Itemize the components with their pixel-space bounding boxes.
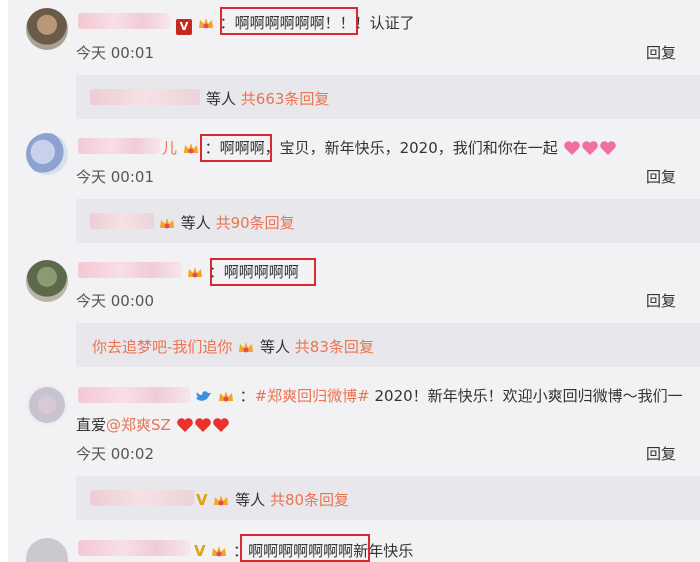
crown-badge-icon (239, 342, 254, 353)
blurred-username[interactable] (90, 490, 194, 506)
avatar[interactable] (26, 133, 68, 175)
blurred-username[interactable] (90, 213, 154, 229)
timestamp: 今天 00:00 (76, 292, 154, 310)
highlight-box (240, 534, 370, 562)
red-heart-icon (212, 418, 229, 432)
comment-feed: V ：啊啊啊啊啊啊！！！认证了 今天 00:01 回复 等人 共663条回复 儿… (8, 0, 700, 562)
crown-badge-icon (212, 546, 227, 557)
v-verified-icon: V (196, 491, 208, 509)
hashtag-link[interactable]: #郑爽回归微博# (255, 387, 370, 405)
crown-badge-icon (183, 143, 198, 154)
sub-replies-summary[interactable]: V 等人 共80条回复 (196, 489, 349, 510)
blurred-username[interactable] (90, 89, 200, 105)
blurred-username[interactable] (78, 13, 170, 29)
highlight-box (200, 134, 272, 162)
avatar[interactable] (26, 538, 68, 562)
reply-button[interactable]: 回复 (646, 290, 676, 311)
pink-heart-icon (563, 141, 580, 155)
comment-line-2: 直爱@郑爽SZ (76, 414, 230, 435)
highlight-box (220, 7, 358, 35)
reply-count-link[interactable]: 共663条回复 (241, 90, 330, 108)
mention-link[interactable]: @郑爽SZ (106, 416, 171, 434)
timestamp: 今天 00:02 (76, 445, 154, 463)
timestamp: 今天 00:01 (76, 168, 154, 186)
reply-button[interactable]: 回复 (646, 166, 676, 187)
crown-badge-icon (214, 495, 229, 506)
reply-count-link[interactable]: 共83条回复 (295, 338, 374, 356)
blue-bird-icon (196, 391, 211, 401)
pink-heart-icon (581, 141, 598, 155)
crown-badge-icon (198, 18, 213, 29)
avatar[interactable] (26, 260, 68, 302)
reply-button[interactable]: 回复 (646, 42, 676, 63)
red-heart-icon (176, 418, 193, 432)
sub-replies-summary[interactable]: 等人 共663条回复 (206, 88, 329, 109)
reply-button[interactable]: 回复 (646, 443, 676, 464)
highlight-box (210, 258, 316, 286)
red-heart-icon (194, 418, 211, 432)
crown-badge-icon (218, 391, 233, 402)
blurred-username[interactable] (78, 387, 190, 403)
crown-badge-icon (188, 267, 202, 278)
reply-count-link[interactable]: 共90条回复 (216, 214, 295, 232)
reply-count-link[interactable]: 共80条回复 (270, 491, 349, 509)
sub-replies-summary[interactable]: 你去追梦吧-我们追你 等人 共83条回复 (92, 336, 374, 357)
blurred-username[interactable] (78, 262, 182, 278)
blurred-username[interactable] (78, 540, 190, 556)
comment-content: 宝贝，新年快乐，2020，我们和你在一起 (279, 139, 558, 157)
crown-badge-icon (160, 218, 174, 229)
sub-reply-username[interactable]: 你去追梦吧-我们追你 (92, 338, 232, 356)
avatar[interactable] (26, 384, 68, 426)
comment-line: ：#郑爽回归微博# 2020！新年快乐！欢迎小爽回归微博～我们一 (194, 385, 683, 406)
sub-replies-summary[interactable]: 等人 共90条回复 (158, 212, 295, 233)
avatar[interactable] (26, 8, 68, 50)
v-verified-icon: V (176, 19, 192, 35)
blurred-username[interactable] (78, 138, 160, 154)
v-verified-icon: V (194, 542, 206, 560)
comment-content: 2020！新年快乐！欢迎小爽回归微博～我们一 (374, 387, 683, 405)
pink-heart-icon (599, 141, 616, 155)
timestamp: 今天 00:01 (76, 44, 154, 62)
